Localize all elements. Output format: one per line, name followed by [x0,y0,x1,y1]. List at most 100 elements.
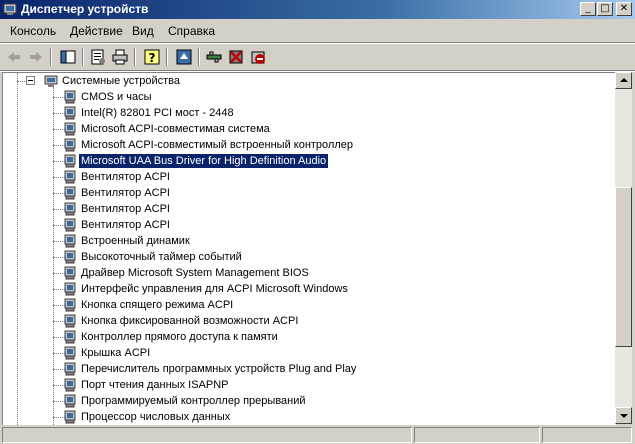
menu-action[interactable]: Действие [70,24,123,38]
show-hide-tree-icon[interactable] [58,47,78,67]
tree-item[interactable]: Встроенный динамик [3,233,603,249]
tree-item[interactable]: Перечислитель программных устройств Plug… [3,361,603,377]
collapse-toggle[interactable] [26,76,35,85]
tree-item[interactable]: Программируемый контроллер прерываний [3,393,603,409]
tree-item[interactable]: Intel(R) 82801 PCI мост - 2448 [3,105,603,121]
title-bar[interactable]: Диспетчер устройств _ □ ✕ [0,0,635,19]
tree-item-label: Высокоточный таймер событий [81,251,242,263]
device-tree[interactable]: Системные устройства CMOS и часы Intel(R)… [2,72,616,425]
status-pane-secondary [414,427,540,443]
tree-item-label: Microsoft UAA Bus Driver for High Defini… [77,153,330,169]
tree-item-label: Интерфейс управления для ACPI Microsoft … [81,283,348,295]
tree-item-label: Кнопка фиксированной возможности ACPI [81,315,299,327]
status-pane-tertiary [542,427,632,443]
tree-item[interactable]: Высокоточный таймер событий [3,249,603,265]
menu-help[interactable]: Справка [168,24,215,38]
disable-device-icon[interactable] [226,47,246,67]
tree-item-label: Вентилятор ACPI [81,187,170,199]
tree-item-label: CMOS и часы [81,91,152,103]
arrow-down-icon [620,414,628,418]
system-device-icon [64,266,76,280]
toolbar-separator [50,48,52,66]
scroll-down-button[interactable] [615,407,632,424]
system-device-icon [64,106,76,120]
system-device-icon [64,378,76,392]
system-device-icon [64,362,76,376]
tree-item-label: Перечислитель программных устройств Plug… [81,363,357,375]
tree-item-label: Intel(R) 82801 PCI мост - 2448 [81,107,234,119]
properties-icon[interactable] [88,47,108,67]
system-device-icon [64,138,76,152]
tree-item[interactable]: Microsoft ACPI-совместимый встроенный ко… [3,137,603,153]
uninstall-device-icon[interactable] [248,47,268,67]
tree-item-label: Кнопка спящего режима ACPI [81,299,234,311]
menu-bar: Консоль Действие Вид Справка [0,20,635,43]
status-bar [0,425,635,444]
system-device-icon [64,298,76,312]
tree-item-label: Microsoft ACPI-совместимая система [81,123,270,135]
system-device-icon [64,410,76,424]
system-device-icon [64,346,76,360]
tree-item-label: Вентилятор ACPI [81,219,170,231]
tree-item-label: Встроенный динамик [81,235,190,247]
system-device-icon [64,122,76,136]
vertical-scrollbar[interactable] [615,72,632,424]
tree-item-label: Программируемый контроллер прерываний [81,395,306,407]
scroll-up-button[interactable] [615,72,632,89]
tree-item[interactable]: Драйвер Microsoft System Management BIOS [3,265,603,281]
system-devices-icon [44,75,58,87]
system-device-icon [64,90,76,104]
device-manager-window: Диспетчер устройств _ □ ✕ Консоль Действ… [0,0,635,444]
help-icon[interactable]: ? [142,47,162,67]
tree-item[interactable]: CMOS и часы [3,89,603,105]
tree-item[interactable]: Microsoft ACPI-совместимая система [3,121,603,137]
system-device-icon [64,394,76,408]
tree-item[interactable]: Вентилятор ACPI [3,185,603,201]
tree-item-label: Вентилятор ACPI [81,171,170,183]
tree-item[interactable]: Вентилятор ACPI [3,217,603,233]
tree-item[interactable]: Процессор числовых данных [3,409,603,425]
tree-item-label: Процессор числовых данных [81,411,231,423]
toolbar-separator [198,48,200,66]
minimize-button[interactable]: _ [580,2,596,16]
forward-arrow-icon[interactable] [26,47,46,67]
toolbar-separator [134,48,136,66]
tree-item[interactable]: Microsoft UAA Bus Driver for High Defini… [3,153,603,169]
toolbar-separator [166,48,168,66]
tree-item[interactable]: Кнопка фиксированной возможности ACPI [3,313,603,329]
tree-item[interactable]: Вентилятор ACPI [3,201,603,217]
scan-hardware-icon[interactable] [174,47,194,67]
menu-console[interactable]: Консоль [10,24,56,38]
menu-view[interactable]: Вид [132,24,154,38]
system-device-icon [64,250,76,264]
tree-item-label: Крышка ACPI [81,347,151,359]
system-device-icon [64,330,76,344]
device-manager-icon [3,3,17,15]
system-device-icon [64,170,76,184]
tree-item-label: Вентилятор ACPI [81,203,170,215]
toolbar-separator [82,48,84,66]
tree-item[interactable]: Крышка ACPI [3,345,603,361]
system-device-icon [64,186,76,200]
tree-item[interactable]: Контроллер прямого доступа к памяти [3,329,603,345]
system-device-icon [64,314,76,328]
print-icon[interactable] [110,47,130,67]
arrow-up-icon [620,78,628,82]
scroll-thumb[interactable] [615,187,632,347]
toolbar: ? [0,44,635,71]
update-driver-icon[interactable] [204,47,224,67]
tree-item-label: Драйвер Microsoft System Management BIOS [81,267,309,279]
tree-item[interactable]: Вентилятор ACPI [3,169,603,185]
tree-item[interactable]: Порт чтения данных ISAPNP [3,377,603,393]
maximize-button[interactable]: □ [597,2,613,16]
system-device-icon [64,218,76,232]
system-device-icon [64,202,76,216]
tree-item-label: Контроллер прямого доступа к памяти [81,331,278,343]
back-arrow-icon[interactable] [4,47,24,67]
tree-item-label: Порт чтения данных ISAPNP [81,379,229,391]
tree-category-system-devices[interactable]: Системные устройства [3,73,603,89]
tree-category-label: Системные устройства [62,75,181,87]
tree-item[interactable]: Кнопка спящего режима ACPI [3,297,603,313]
close-button[interactable]: ✕ [616,2,632,16]
tree-item[interactable]: Интерфейс управления для ACPI Microsoft … [3,281,603,297]
